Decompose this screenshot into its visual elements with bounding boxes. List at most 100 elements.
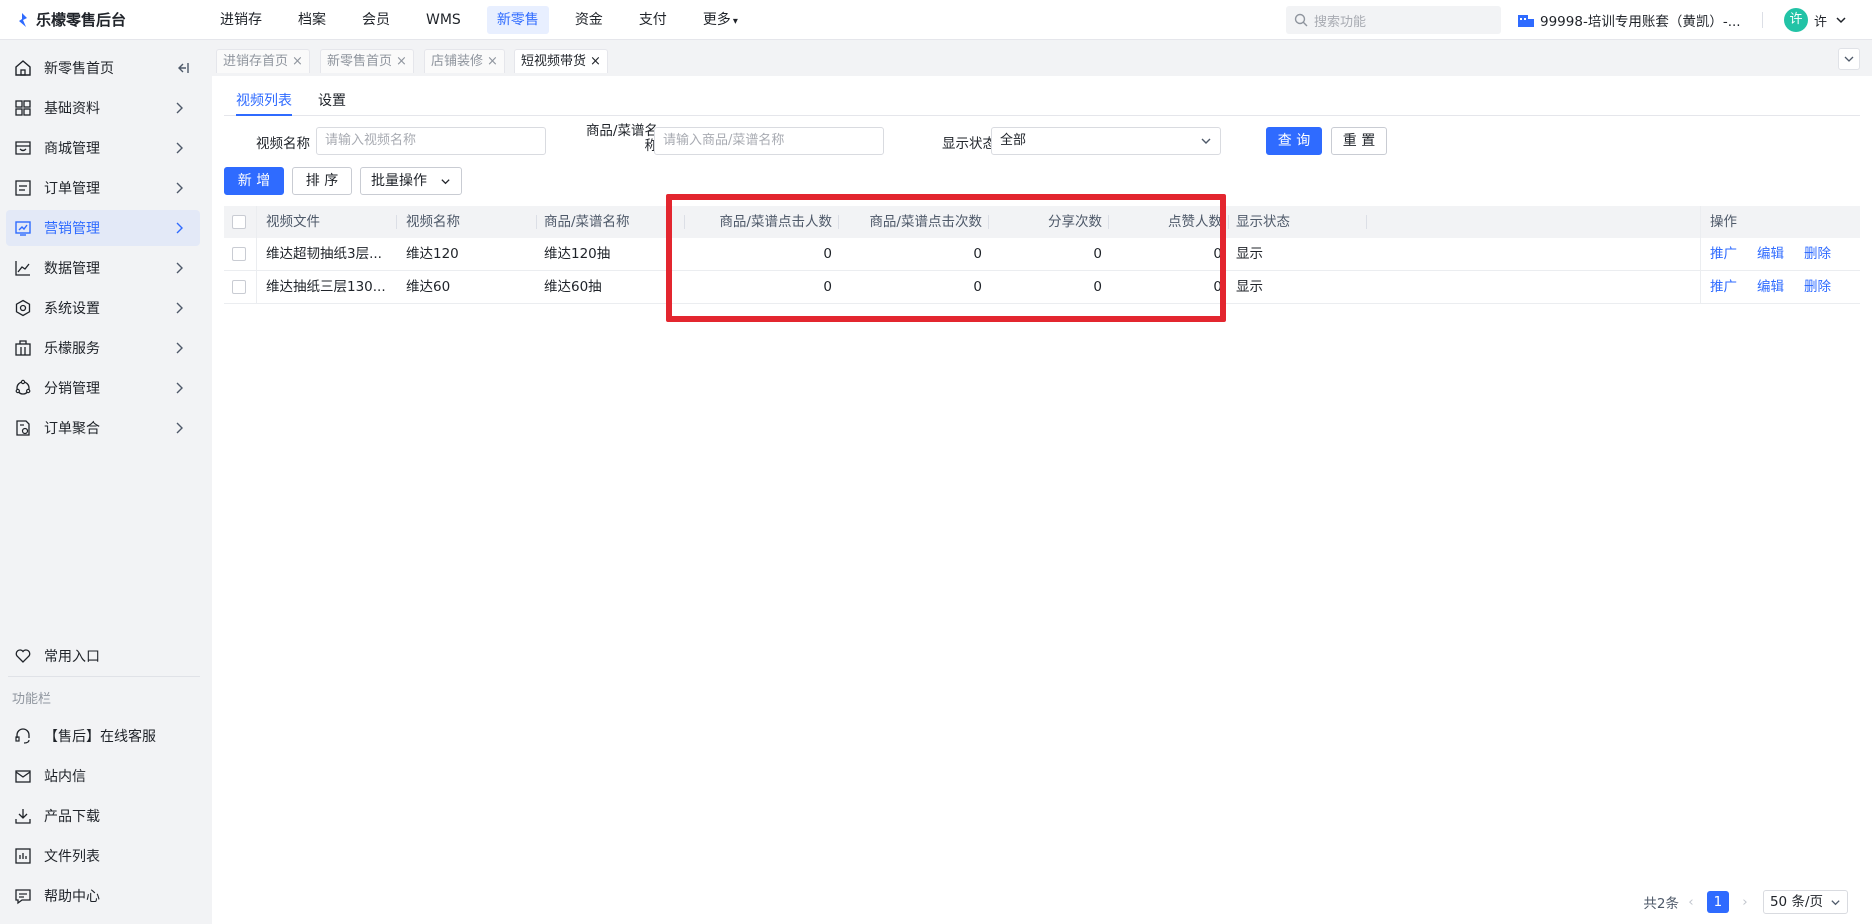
app-title: 乐檬零售后台 (36, 11, 127, 29)
delete-link[interactable]: 删除 (1804, 246, 1831, 262)
cell-click-count: 0 (973, 279, 982, 295)
sidebar-favorites[interactable]: 常用入口 (6, 638, 200, 674)
topnav-item-archive[interactable]: 档案 (288, 6, 336, 34)
sidebar-item-system-settings[interactable]: 系统设置 (6, 290, 200, 326)
topnav-item-funds[interactable]: 资金 (565, 6, 613, 34)
sidebar-item-label: 分销管理 (44, 381, 100, 397)
row-checkbox[interactable] (232, 280, 246, 294)
marketing-icon (14, 219, 32, 237)
tab-settings[interactable]: 设置 (318, 90, 346, 116)
page-tab-label: 短视频带货 (521, 54, 587, 69)
sidebar-item-basic-data[interactable]: 基础资料 (6, 90, 200, 126)
header-shares: 分享次数 (1048, 214, 1102, 230)
product-name-label-line1: 商品/菜谱名 (585, 123, 658, 139)
tab-video-list[interactable]: 视频列表 (236, 90, 292, 116)
promote-link[interactable]: 推广 (1710, 279, 1737, 295)
video-name-input[interactable]: 请输入视频名称 (316, 127, 546, 155)
cell-video-file[interactable]: 维达超韧抽纸3层... (266, 238, 390, 270)
topnav-item-more[interactable]: 更多 ▾ (693, 6, 748, 34)
promote-link[interactable]: 推广 (1710, 246, 1737, 262)
sort-button[interactable]: 排 序 (292, 167, 352, 195)
next-page-icon[interactable]: › (1733, 894, 1757, 910)
sidebar-item-mall[interactable]: 商城管理 (6, 130, 200, 166)
page-tab-store-decoration[interactable]: 店铺装修 × (424, 49, 505, 73)
cell-video-file[interactable]: 维达抽纸三层130... (266, 271, 390, 303)
delete-link[interactable]: 删除 (1804, 279, 1831, 295)
sidebar-item-data[interactable]: 数据管理 (6, 250, 200, 286)
order-icon (14, 179, 32, 197)
sidebar-item-messages[interactable]: 站内信 (6, 758, 200, 794)
product-name-input[interactable]: 请输入商品/菜谱名称 (654, 127, 884, 155)
add-button[interactable]: 新 增 (224, 167, 284, 195)
reset-button[interactable]: 重 置 (1331, 127, 1387, 155)
sidebar-item-marketing[interactable]: 营销管理 (6, 210, 200, 246)
cell-product-name: 维达60抽 (544, 279, 602, 295)
row-checkbox[interactable] (232, 247, 246, 261)
select-all-checkbox[interactable] (232, 215, 246, 229)
chevron-right-icon (176, 142, 183, 154)
page-tab-short-video[interactable]: 短视频带货 × (514, 49, 608, 73)
page-tab-new-retail-home[interactable]: 新零售首页 × (320, 49, 414, 73)
sidebar-item-file-list[interactable]: 文件列表 (6, 838, 200, 874)
display-status-select[interactable]: 全部 (991, 127, 1221, 155)
chevron-right-icon (176, 382, 183, 394)
sidebar-item-distribution[interactable]: 分销管理 (6, 370, 200, 406)
account-switcher[interactable]: 99998-培训专用账套（黄凯）-... (1518, 0, 1741, 40)
search-box[interactable]: 搜索功能 (1286, 6, 1501, 34)
tabs-menu-button[interactable] (1838, 48, 1860, 70)
header-likes: 点赞人数 (1168, 214, 1222, 230)
column-divider (1700, 238, 1701, 270)
cell-shares: 0 (1093, 279, 1102, 295)
sidebar-item-order-aggregation[interactable]: 订单聚合 (6, 410, 200, 446)
page-size-select[interactable]: 50 条/页 (1762, 890, 1848, 914)
close-icon[interactable]: × (487, 54, 498, 69)
edit-link[interactable]: 编辑 (1757, 279, 1784, 295)
sidebar-item-new-retail-home[interactable]: 新零售首页 (6, 50, 200, 86)
sidebar-item-label: 订单管理 (44, 181, 100, 197)
page-tab-label: 店铺装修 (431, 54, 484, 69)
heart-icon (14, 647, 32, 665)
column-divider (256, 238, 257, 270)
edit-link[interactable]: 编辑 (1757, 246, 1784, 262)
cell-likes: 0 (1213, 246, 1222, 262)
table-header: 视频文件 视频名称 商品/菜谱名称 商品/菜谱点击人数 商品/菜谱点击次数 分享… (224, 206, 1860, 238)
close-icon[interactable]: × (590, 54, 601, 69)
sidebar-item-downloads[interactable]: 产品下载 (6, 798, 200, 834)
header-video-file: 视频文件 (266, 214, 320, 230)
close-icon[interactable]: × (396, 54, 407, 69)
column-divider (1700, 271, 1701, 303)
product-name-label-line2: 称 (644, 138, 659, 154)
prev-page-icon[interactable]: ‹ (1679, 894, 1703, 910)
page-tab-inventory-home[interactable]: 进销存首页 × (216, 49, 310, 73)
query-button[interactable]: 查 询 (1266, 127, 1322, 155)
sidebar-item-online-support[interactable]: 【售后】在线客服 (6, 718, 200, 754)
column-divider (1366, 215, 1367, 229)
sidebar-item-label: 系统设置 (44, 301, 100, 317)
aggregate-icon (14, 419, 32, 437)
page-number-current[interactable]: 1 (1706, 891, 1729, 913)
chevron-right-icon (176, 182, 183, 194)
sidebar-item-label: 【售后】在线客服 (44, 729, 156, 745)
topnav-item-wms[interactable]: WMS (416, 6, 471, 34)
topnav-item-new-retail[interactable]: 新零售 (486, 5, 549, 34)
chevron-right-icon (176, 262, 183, 274)
close-icon[interactable]: × (292, 54, 303, 69)
sidebar-item-orders[interactable]: 订单管理 (6, 170, 200, 206)
sidebar-item-service[interactable]: 乐檬服务 (6, 330, 200, 366)
collapse-sidebar-icon[interactable] (174, 60, 190, 76)
header-product-name: 商品/菜谱名称 (544, 214, 630, 230)
topnav-item-member[interactable]: 会员 (352, 6, 400, 34)
settings-icon (14, 299, 32, 317)
batch-operation-button[interactable]: 批量操作 (360, 167, 462, 195)
video-name-label: 视频名称 (256, 136, 310, 152)
cell-display-status: 显示 (1236, 246, 1263, 262)
app-logo[interactable]: 乐檬零售后台 (0, 9, 210, 30)
display-status-label: 显示状态 (942, 136, 996, 152)
service-icon (14, 339, 32, 357)
topnav-item-payment[interactable]: 支付 (629, 6, 677, 34)
user-menu[interactable]: 许 许 (1784, 0, 1847, 40)
sidebar-item-help-center[interactable]: 帮助中心 (6, 878, 200, 914)
display-status-value: 全部 (1000, 133, 1027, 148)
chevron-right-icon (176, 102, 183, 114)
topnav-item-inventory[interactable]: 进销存 (210, 6, 272, 34)
